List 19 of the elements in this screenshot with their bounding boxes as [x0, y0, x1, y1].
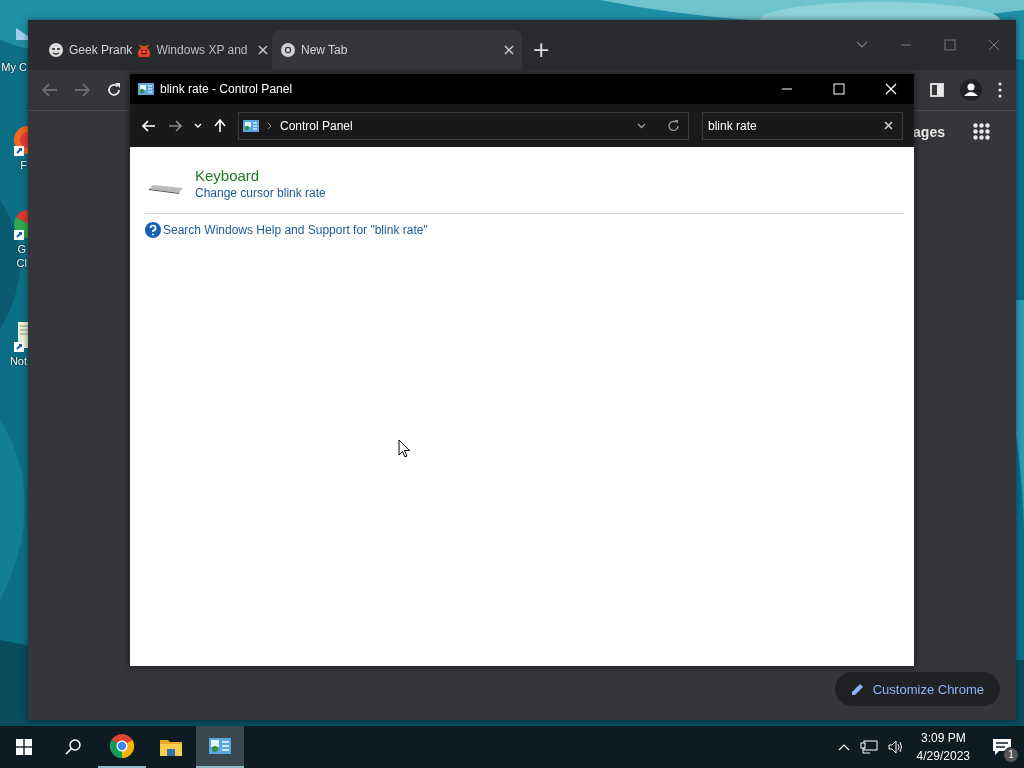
browser-tab[interactable]: Geek Prank Windows XP and	[40, 30, 272, 70]
task-link[interactable]: Change cursor blink rate	[195, 185, 326, 201]
result-title-link[interactable]: Keyboard	[195, 167, 326, 185]
tab-title: Windows XP and	[156, 43, 248, 57]
search-field[interactable]: blink rate	[702, 111, 903, 140]
address-bar[interactable]: Control Panel	[238, 111, 689, 140]
browser-tab[interactable]: New Tab	[272, 30, 522, 70]
customize-chrome-button[interactable]: Customize Chrome	[834, 672, 1000, 706]
images-link[interactable]: ages	[913, 123, 945, 140]
window-title: blink rate - Control Panel	[160, 82, 293, 96]
new-tab-button[interactable]: +	[526, 39, 557, 61]
clock-time: 3:09 PM	[920, 730, 966, 747]
tab-title: New Tab	[301, 43, 348, 57]
clock[interactable]: 3:09 PM 4/29/2023	[916, 729, 970, 765]
notification-count-badge: 1	[1003, 747, 1019, 763]
clock-date: 4/29/2023	[916, 748, 970, 765]
tab-title: Geek Prank	[69, 43, 133, 57]
breadcrumb[interactable]: Control Panel	[280, 118, 353, 133]
help-link[interactable]: Search Windows Help and Support for "blink rate"	[163, 223, 428, 237]
